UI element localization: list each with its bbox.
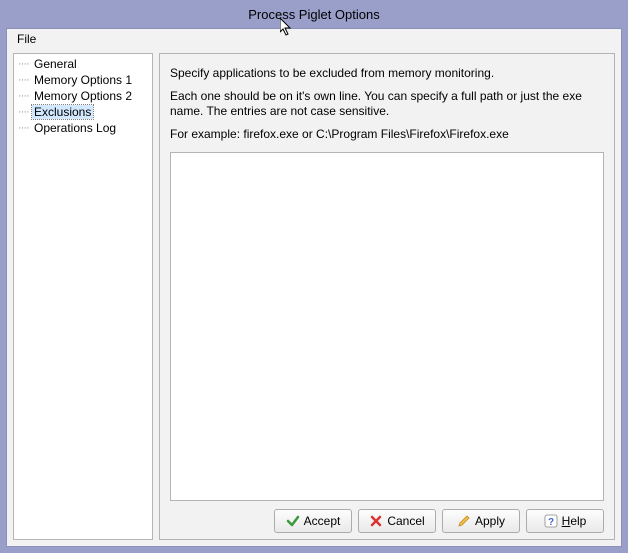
tree-label: Operations Log <box>32 121 118 135</box>
tree-item-memory-1[interactable]: ···· Memory Options 1 <box>14 72 152 88</box>
desc-line-1: Specify applications to be excluded from… <box>170 66 604 81</box>
desc-line-2: Each one should be on it's own line. You… <box>170 89 604 119</box>
button-row: Accept Cancel Apply <box>170 501 604 533</box>
tree-label: Memory Options 2 <box>32 89 134 103</box>
tree-item-exclusions[interactable]: ···· Exclusions <box>14 104 152 120</box>
accept-button[interactable]: Accept <box>274 509 352 533</box>
help-button[interactable]: ? Help <box>526 509 604 533</box>
options-window: Process Piglet Options File ···· General… <box>0 0 628 553</box>
tree-branch-icon: ···· <box>18 123 32 133</box>
tree-branch-icon: ···· <box>18 107 32 117</box>
tree-item-operations-log[interactable]: ···· Operations Log <box>14 120 152 136</box>
tree-branch-icon: ···· <box>18 59 32 69</box>
button-label: Cancel <box>387 514 424 528</box>
tree-item-general[interactable]: ···· General <box>14 56 152 72</box>
cross-icon <box>369 514 383 528</box>
tree-label: General <box>32 57 79 71</box>
exclusions-textarea-wrap <box>170 152 604 501</box>
window-title: Process Piglet Options <box>248 7 380 22</box>
help-icon: ? <box>544 514 558 528</box>
menubar: File <box>7 29 621 49</box>
apply-button[interactable]: Apply <box>442 509 520 533</box>
exclusions-panel: Specify applications to be excluded from… <box>159 53 615 540</box>
svg-text:?: ? <box>548 517 554 528</box>
cancel-button[interactable]: Cancel <box>358 509 436 533</box>
button-label: Apply <box>475 514 505 528</box>
tree-branch-icon: ···· <box>18 75 32 85</box>
exclusions-textarea[interactable] <box>170 152 604 501</box>
menu-file[interactable]: File <box>9 30 44 48</box>
client-area: File ···· General ···· Memory Options 1 … <box>6 28 622 547</box>
button-label: Help <box>562 514 587 528</box>
tree-item-memory-2[interactable]: ···· Memory Options 2 <box>14 88 152 104</box>
content-split: ···· General ···· Memory Options 1 ···· … <box>7 49 621 546</box>
titlebar: Process Piglet Options <box>0 0 628 28</box>
check-icon <box>286 514 300 528</box>
tree-label: Memory Options 1 <box>32 73 134 87</box>
button-label: Accept <box>304 514 341 528</box>
tree-label: Exclusions <box>32 105 93 119</box>
category-tree[interactable]: ···· General ···· Memory Options 1 ···· … <box>13 53 153 540</box>
desc-line-3: For example: firefox.exe or C:\Program F… <box>170 127 604 142</box>
tree-branch-icon: ···· <box>18 91 32 101</box>
pencil-icon <box>457 514 471 528</box>
